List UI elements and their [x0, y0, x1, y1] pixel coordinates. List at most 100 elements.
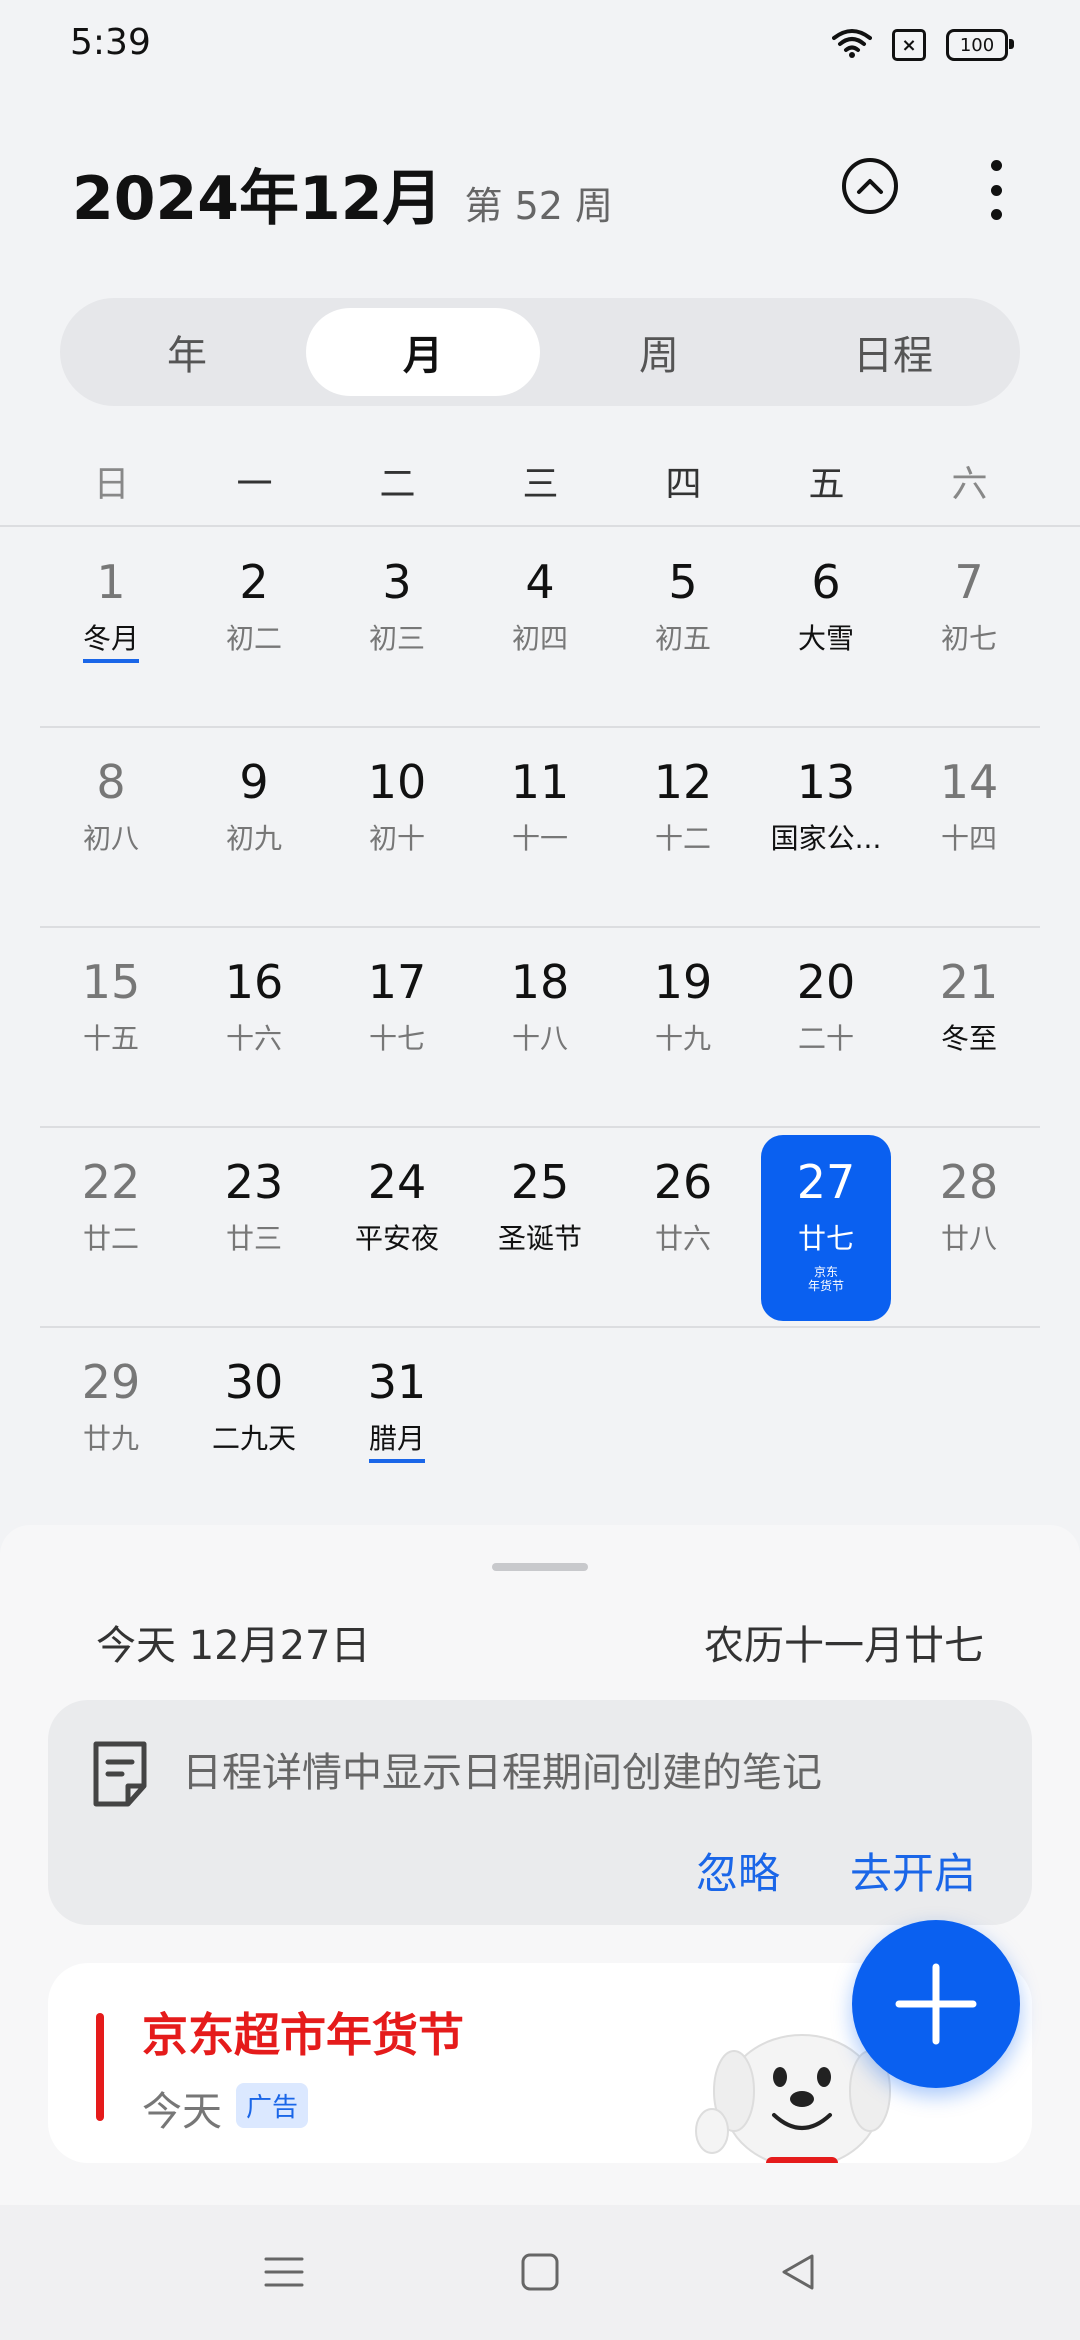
- day-number: 20: [796, 955, 856, 1009]
- day-number: 26: [653, 1155, 713, 1209]
- lunar-label: 十二: [654, 822, 711, 855]
- day-number: 28: [939, 1155, 999, 1209]
- view-switcher: 年 月 周 日程: [60, 298, 1020, 406]
- lunar-label: 初四: [511, 622, 568, 655]
- ignore-button[interactable]: 忽略: [696, 1840, 780, 1901]
- weekday-label: 一: [236, 464, 273, 505]
- day-number: 9: [239, 755, 269, 809]
- week-number: 第 52 周: [464, 184, 614, 228]
- collapse-button[interactable]: [842, 158, 898, 214]
- selected-date-label: 今天 12月27日: [96, 1623, 371, 1669]
- lunar-label: 廿八: [940, 1222, 997, 1255]
- more-options-button[interactable]: [984, 160, 1008, 220]
- day-cell[interactable]: 31 腊月: [332, 1335, 462, 1521]
- system-nav-bar: [0, 2205, 1080, 2340]
- day-cell[interactable]: 24 平安夜: [332, 1135, 462, 1321]
- day-cell[interactable]: 26 廿六: [618, 1135, 748, 1321]
- event-badge-line: 京东: [813, 1265, 838, 1279]
- day-number: 1: [96, 555, 126, 609]
- day-cell[interactable]: 18 十八: [475, 935, 605, 1121]
- day-cell[interactable]: 8 初八: [46, 735, 176, 921]
- day-number: 29: [81, 1355, 141, 1409]
- day-cell[interactable]: 5 初五: [618, 535, 748, 721]
- back-icon[interactable]: [776, 2250, 820, 2298]
- tab-year[interactable]: 年: [70, 308, 304, 396]
- weekday-label: 日: [93, 464, 130, 505]
- lunar-label: 冬月: [82, 617, 139, 663]
- lunar-label: 十九: [654, 1022, 711, 1055]
- day-cell[interactable]: 21 冬至: [904, 935, 1034, 1121]
- day-cell[interactable]: 14 十四: [904, 735, 1034, 921]
- add-event-button[interactable]: [852, 1920, 1020, 2088]
- day-cell[interactable]: 23 廿三: [189, 1135, 319, 1321]
- day-number: 3: [382, 555, 412, 609]
- day-cell[interactable]: 11 十一: [475, 735, 605, 921]
- month-title[interactable]: 2024年12月: [72, 150, 443, 237]
- lunar-label: 十五: [82, 1022, 139, 1055]
- enable-button[interactable]: 去开启: [850, 1840, 976, 1901]
- day-number: 7: [954, 555, 984, 609]
- event-badge: 京东 年货节: [761, 1265, 891, 1293]
- status-time: 5:39: [70, 22, 151, 63]
- day-cell[interactable]: 30 二九天: [189, 1335, 319, 1521]
- day-cell[interactable]: 15 十五: [46, 935, 176, 1121]
- tab-schedule[interactable]: 日程: [776, 308, 1010, 396]
- day-cell[interactable]: 22 廿二: [46, 1135, 176, 1321]
- day-number: 12: [653, 755, 713, 809]
- day-cell[interactable]: 25 圣诞节: [475, 1135, 605, 1321]
- day-number: 14: [939, 755, 999, 809]
- day-cell[interactable]: 20 二十: [761, 935, 891, 1121]
- day-cell[interactable]: 7 初七: [904, 535, 1034, 721]
- solar-term-label: 大雪: [797, 622, 854, 655]
- lunar-label: 廿三: [225, 1222, 282, 1255]
- lunar-label: 十一: [511, 822, 568, 855]
- day-cell[interactable]: 4 初四: [475, 535, 605, 721]
- day-number: 24: [367, 1155, 427, 1209]
- lunar-label: 初九: [225, 822, 282, 855]
- day-cell[interactable]: 17 十七: [332, 935, 462, 1121]
- day-cell[interactable]: 16 十六: [189, 935, 319, 1121]
- divider: [40, 1126, 1040, 1128]
- battery-icon: 100: [946, 29, 1014, 61]
- lunar-label: 初三: [368, 622, 425, 655]
- menu-icon[interactable]: [262, 2250, 306, 2298]
- day-cell[interactable]: 19 十九: [618, 935, 748, 1121]
- notice-text: 日程详情中显示日程期间创建的笔记: [182, 1750, 822, 1796]
- lunar-date-label: 农历十一月廿七: [704, 1623, 984, 1669]
- lunar-label: 十七: [368, 1022, 425, 1055]
- day-number: 25: [510, 1155, 570, 1209]
- wifi-icon: [832, 28, 872, 62]
- lunar-label: 初八: [82, 822, 139, 855]
- tab-month[interactable]: 月: [306, 308, 540, 396]
- divider: [0, 525, 1080, 527]
- day-cell[interactable]: 29 廿九: [46, 1335, 176, 1521]
- lunar-label: 廿二: [82, 1222, 139, 1255]
- day-cell[interactable]: 10 初十: [332, 735, 462, 921]
- day-cell[interactable]: 6 大雪: [761, 535, 891, 721]
- day-cell[interactable]: 28 廿八: [904, 1135, 1034, 1321]
- divider: [40, 1326, 1040, 1328]
- day-cell[interactable]: 2 初二: [189, 535, 319, 721]
- home-icon[interactable]: [518, 2250, 562, 2298]
- day-number: 21: [939, 955, 999, 1009]
- day-cell-selected[interactable]: 27 廿七 京东 年货节: [761, 1135, 891, 1321]
- lunar-month-label: 腊月: [368, 1417, 425, 1463]
- day-number: 13: [796, 755, 856, 809]
- solar-term-label: 二九天: [211, 1422, 296, 1455]
- notes-notice-card: 日程详情中显示日程期间创建的笔记 忽略 去开启: [48, 1700, 1032, 1925]
- day-cell[interactable]: 9 初九: [189, 735, 319, 921]
- day-number: 2: [239, 555, 269, 609]
- day-cell[interactable]: 1 冬月: [46, 535, 176, 721]
- day-cell[interactable]: 3 初三: [332, 535, 462, 721]
- day-number: 17: [367, 955, 427, 1009]
- day-cell[interactable]: 12 十二: [618, 735, 748, 921]
- lunar-label: 二十: [797, 1022, 854, 1055]
- day-cell[interactable]: 13 国家公...: [761, 735, 891, 921]
- calendar-header: 2024年12月 第 52 周: [72, 150, 613, 237]
- tab-week[interactable]: 周: [542, 308, 776, 396]
- lunar-label: 初二: [225, 622, 282, 655]
- ad-event-title: 京东超市年货节: [142, 2008, 464, 2062]
- lunar-label: 廿六: [654, 1222, 711, 1255]
- drag-handle[interactable]: [492, 1563, 588, 1571]
- day-number: 5: [668, 555, 698, 609]
